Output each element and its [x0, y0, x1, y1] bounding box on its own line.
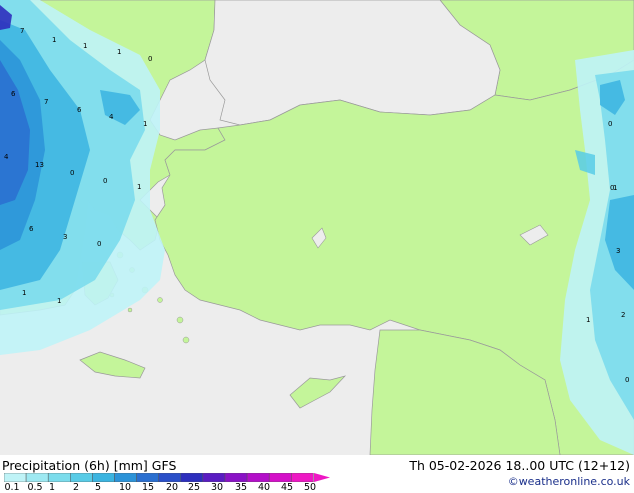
scale-label: 35 — [234, 482, 248, 493]
scale-label: 1 — [48, 482, 56, 493]
scale-swatch — [246, 473, 270, 482]
scale-label: 45 — [280, 482, 294, 493]
scale-label: 30 — [210, 482, 224, 493]
scale-label: 20 — [165, 482, 179, 493]
scale-swatch — [70, 473, 93, 482]
value-label: 6 — [29, 225, 34, 233]
scale-swatch — [224, 473, 248, 482]
scale-label: 5 — [94, 482, 102, 493]
value-label: 1 — [57, 297, 61, 305]
color-scale — [4, 473, 330, 482]
scale-swatch — [114, 473, 137, 482]
value-label: 4 — [4, 153, 9, 161]
scale-label: 10 — [118, 482, 132, 493]
scale-label: 25 — [187, 482, 201, 493]
value-label: 4 — [109, 113, 114, 121]
value-label: 2 — [621, 311, 625, 319]
map-title: Precipitation (6h) [mm] GFS — [2, 458, 177, 473]
value-label: 1 — [613, 184, 617, 192]
value-label: 6 — [77, 106, 82, 114]
scale-swatch — [4, 473, 27, 482]
value-label: 0 — [103, 177, 107, 185]
value-label: 3 — [616, 247, 620, 255]
scale-swatch — [180, 473, 204, 482]
scale-swatch — [47, 473, 71, 482]
value-label: 3 — [63, 233, 67, 241]
value-label: 0 — [608, 120, 612, 128]
scale-swatch — [291, 473, 314, 482]
scale-label: 0.1 — [4, 482, 20, 493]
scale-label: 15 — [141, 482, 155, 493]
value-label: 0 — [148, 55, 152, 63]
precipitation-map: 7 1 1 1 0 0 6 7 6 4 1 4 13 0 0 1 6 3 0 1… — [0, 0, 634, 455]
value-label: 0 — [70, 169, 74, 177]
value-label: 1 — [117, 48, 121, 56]
valid-time: Th 05-02-2026 18..00 UTC (12+12) — [409, 458, 630, 473]
scale-swatch — [25, 473, 49, 482]
scale-label: 2 — [72, 482, 80, 493]
value-label: 1 — [137, 183, 141, 191]
value-label: 1 — [52, 36, 56, 44]
value-label: 0 — [97, 240, 101, 248]
scale-swatch — [92, 473, 115, 482]
scale-arrow — [314, 473, 330, 482]
value-label: 1 — [143, 120, 147, 128]
value-label: 1 — [22, 289, 26, 297]
scale-swatch — [136, 473, 159, 482]
scale-swatch — [202, 473, 226, 482]
value-label: 1 — [83, 42, 87, 50]
scale-swatch — [158, 473, 182, 482]
scale-label: 0.5 — [27, 482, 43, 493]
scale-label: 50 — [303, 482, 317, 493]
value-label: 0 — [625, 376, 629, 384]
value-label: 7 — [44, 98, 48, 106]
credit-link[interactable]: ©weatheronline.co.uk — [508, 475, 630, 488]
value-label: 7 — [20, 27, 24, 35]
map-view: 7 1 1 1 0 0 6 7 6 4 1 4 13 0 0 1 6 3 0 1… — [0, 0, 634, 493]
value-label: 13 — [35, 161, 44, 169]
value-label: 6 — [11, 90, 16, 98]
map-footer: Precipitation (6h) [mm] GFS Th 05-02-202… — [0, 455, 634, 493]
scale-swatch — [268, 473, 292, 482]
scale-label: 40 — [257, 482, 271, 493]
value-label: 1 — [586, 316, 590, 324]
